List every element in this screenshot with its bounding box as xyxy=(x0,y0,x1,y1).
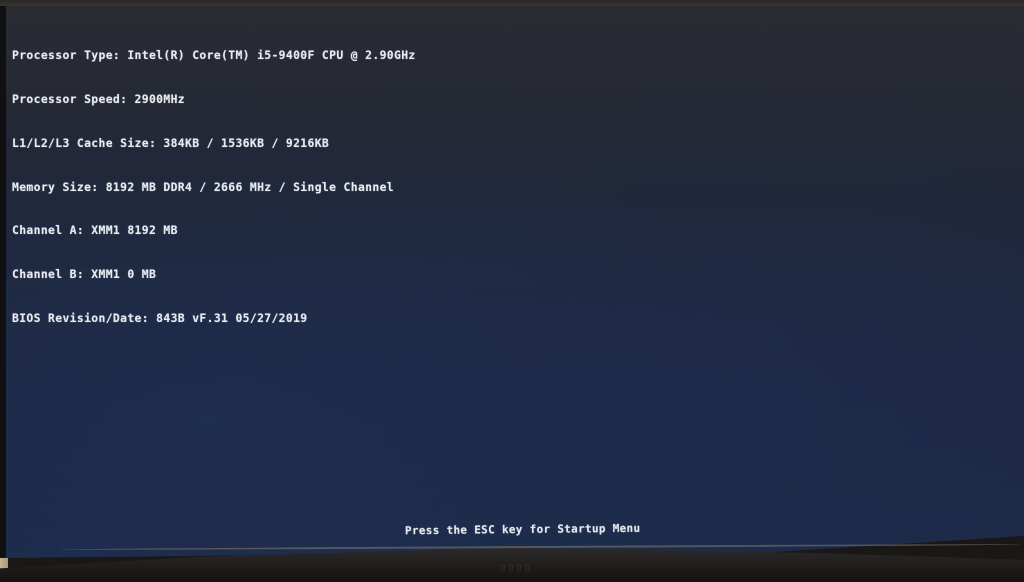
cache-size: L1/L2/L3 Cache Size: 384KB / 1536KB / 92… xyxy=(12,135,330,150)
channel-a: Channel A: XMM1 8192 MB xyxy=(12,223,178,238)
memory-size: Memory Size: 8192 MB DDR4 / 2666 MHz / S… xyxy=(12,179,395,194)
esc-key-hint: Press the ESC key for Startup Menu xyxy=(404,521,641,538)
bios-revision: BIOS Revision/Date: 843B vF.31 05/27/201… xyxy=(12,310,308,325)
processor-type: Processor Type: Intel(R) Core(TM) i5-940… xyxy=(12,48,416,63)
processor-speed: Processor Speed: 2900MHz xyxy=(12,91,185,106)
bios-screen: Processor Type: Intel(R) Core(TM) i5-940… xyxy=(0,6,1024,558)
monitor-logo: ▯▯▯▯ xyxy=(500,562,533,573)
system-info-block: Processor Type: Intel(R) Core(TM) i5-940… xyxy=(12,19,416,355)
channel-b: Channel B: XMM1 0 MB xyxy=(12,267,157,282)
